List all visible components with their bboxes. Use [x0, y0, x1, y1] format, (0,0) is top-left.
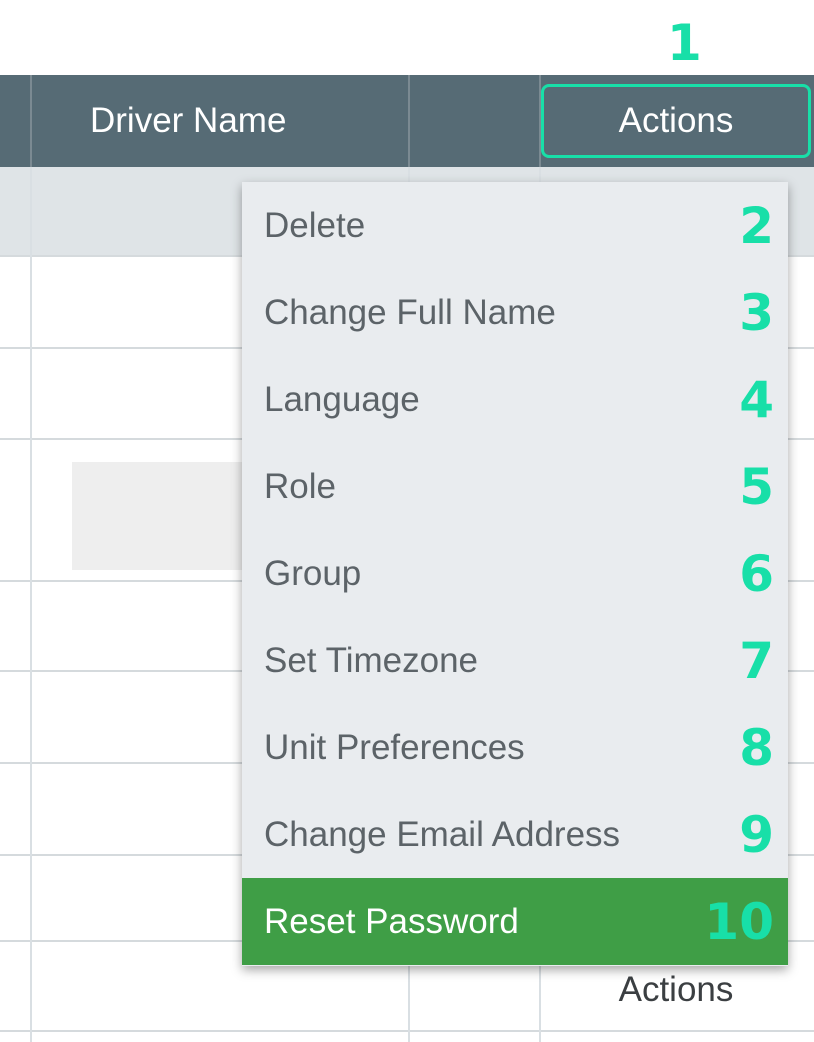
menu-item-label: Change Full Name: [264, 292, 556, 332]
annotation-marker-5: 5: [739, 457, 774, 516]
header-divider: [30, 75, 32, 167]
annotation-marker-6: 6: [739, 544, 774, 603]
menu-item-set-timezone[interactable]: Set Timezone 7: [242, 617, 788, 704]
menu-item-role[interactable]: Role 5: [242, 443, 788, 530]
menu-item-change-full-name[interactable]: Change Full Name 3: [242, 269, 788, 356]
menu-item-reset-password[interactable]: Reset Password 10: [242, 878, 788, 965]
annotation-marker-3: 3: [739, 283, 774, 342]
menu-item-label: Change Email Address: [264, 814, 621, 854]
actions-header-highlight: [541, 84, 811, 158]
column-header-blank: [410, 75, 540, 167]
annotation-marker-7: 7: [739, 631, 774, 690]
menu-item-unit-preferences[interactable]: Unit Preferences 8: [242, 704, 788, 791]
column-divider: [30, 167, 32, 1042]
menu-item-label: Delete: [264, 205, 366, 245]
menu-item-label: Role: [264, 466, 336, 506]
annotation-marker-9: 9: [739, 805, 774, 864]
cell-placeholder: [72, 462, 242, 570]
annotation-marker-4: 4: [739, 370, 774, 429]
menu-item-group[interactable]: Group 6: [242, 530, 788, 617]
menu-item-label: Group: [264, 553, 362, 593]
menu-item-label: Language: [264, 379, 420, 419]
menu-item-label: Set Timezone: [264, 640, 478, 680]
row-actions-button[interactable]: Actions: [541, 960, 811, 1020]
annotation-marker-2: 2: [739, 196, 774, 255]
menu-item-delete[interactable]: Delete 2: [242, 182, 788, 269]
menu-item-label: Reset Password: [264, 901, 519, 941]
column-header-checkbox: [0, 75, 30, 167]
menu-item-language[interactable]: Language 4: [242, 356, 788, 443]
annotation-marker-1: 1: [667, 14, 702, 72]
column-header-driver-name[interactable]: Driver Name: [32, 75, 408, 167]
annotation-marker-8: 8: [739, 718, 774, 777]
menu-item-change-email-address[interactable]: Change Email Address 9: [242, 791, 788, 878]
actions-dropdown-menu: Delete 2 Change Full Name 3 Language 4 R…: [242, 182, 788, 966]
header-divider: [408, 75, 410, 167]
annotation-marker-10: 10: [704, 892, 774, 951]
menu-item-label: Unit Preferences: [264, 727, 525, 767]
